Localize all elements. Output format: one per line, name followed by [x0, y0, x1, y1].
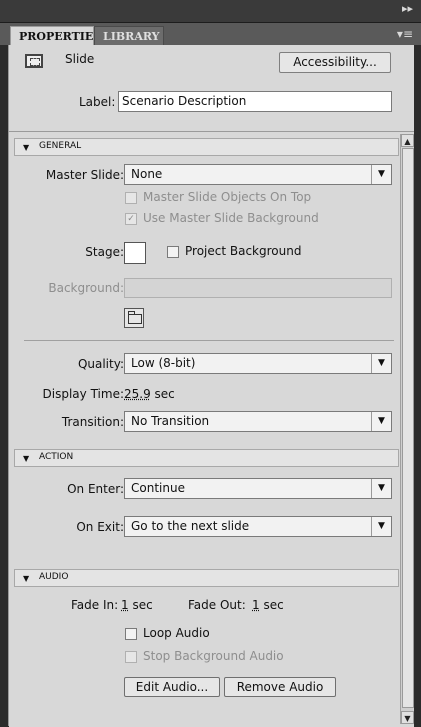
general-separator — [24, 340, 394, 341]
tab-library[interactable]: LIBRARY — [94, 26, 164, 45]
label-field-label: Label: — [79, 95, 116, 109]
quality-dropdown[interactable]: Low (8-bit) ▼ — [124, 353, 392, 374]
master-slide-label: Master Slide: — [45, 168, 124, 182]
on-exit-label: On Exit: — [76, 520, 124, 534]
master-slide-value: None — [131, 167, 163, 181]
transition-value: No Transition — [131, 414, 210, 428]
folder-icon — [128, 311, 142, 324]
stop-bg-audio-checkbox[interactable] — [125, 651, 137, 663]
panel-tab-bar: PROPERTIES LIBRARY ▾≡ — [0, 23, 421, 45]
section-audio-header[interactable]: ▼ AUDIO — [14, 569, 399, 587]
properties-header: Slide Accessibility... Label: Scenario D… — [9, 45, 414, 127]
properties-panel: Slide Accessibility... Label: Scenario D… — [8, 45, 414, 727]
browse-background-button[interactable] — [124, 308, 144, 328]
on-exit-dropdown[interactable]: Go to the next slide ▼ — [124, 516, 392, 537]
dropdown-arrow-icon[interactable]: ▼ — [371, 165, 391, 184]
quality-label: Quality: — [77, 357, 124, 371]
section-general-header[interactable]: ▼ GENERAL — [14, 138, 399, 156]
fade-in-value[interactable]: 1 — [121, 598, 129, 612]
project-background-label: Project Background — [185, 244, 302, 258]
slide-icon — [25, 54, 43, 68]
dropdown-arrow-icon[interactable]: ▼ — [371, 354, 391, 373]
on-enter-value: Continue — [131, 481, 185, 495]
master-slide-dropdown[interactable]: None ▼ — [124, 164, 392, 185]
on-exit-value: Go to the next slide — [131, 519, 250, 533]
use-master-bg-checkbox[interactable]: ✓ — [125, 213, 137, 225]
dropdown-arrow-icon[interactable]: ▼ — [371, 412, 391, 431]
dropdown-arrow-icon[interactable]: ▼ — [371, 517, 391, 536]
dropdown-arrow-icon[interactable]: ▼ — [371, 479, 391, 498]
transition-dropdown[interactable]: No Transition ▼ — [124, 411, 392, 432]
fade-out-field[interactable]: 1 sec — [252, 598, 284, 612]
scrollbar-thumb[interactable] — [402, 148, 414, 708]
section-action-title: ACTION — [39, 452, 74, 462]
loop-audio-label: Loop Audio — [143, 626, 210, 640]
background-label: Background: — [48, 281, 124, 295]
stage-color-swatch[interactable] — [124, 242, 146, 264]
background-image-field[interactable] — [124, 278, 392, 298]
remove-audio-button[interactable]: Remove Audio — [224, 677, 336, 697]
scroll-down-arrow-icon[interactable]: ▼ — [401, 711, 414, 724]
on-enter-label: On Enter: — [67, 482, 124, 496]
on-enter-dropdown[interactable]: Continue ▼ — [124, 478, 392, 499]
master-objects-on-top-checkbox[interactable] — [125, 192, 137, 204]
section-collapse-triangle-icon[interactable]: ▼ — [23, 454, 29, 463]
display-time-field[interactable]: 25.9 sec — [124, 387, 175, 401]
vertical-scrollbar[interactable]: ▲ ▼ — [400, 134, 414, 724]
panel-collapse-chevron-icon[interactable]: ▸▸ — [402, 2, 413, 15]
object-type-name: Slide — [65, 52, 95, 66]
panel-menu-icon[interactable]: ▾≡ — [397, 27, 413, 41]
fade-out-value[interactable]: 1 — [252, 598, 260, 612]
display-time-label: Display Time: — [42, 387, 124, 401]
quality-value: Low (8-bit) — [131, 356, 196, 370]
section-general-title: GENERAL — [39, 141, 82, 151]
panel-title-bar: ▸▸ — [0, 0, 421, 23]
project-background-checkbox[interactable] — [167, 246, 179, 258]
fade-out-label: Fade Out: — [188, 598, 246, 612]
display-time-unit: sec — [154, 387, 175, 401]
accessibility-button[interactable]: Accessibility... — [279, 52, 391, 73]
use-master-bg-label: Use Master Slide Background — [143, 211, 319, 225]
stop-bg-audio-label: Stop Background Audio — [143, 649, 284, 663]
fade-out-unit: sec — [263, 598, 284, 612]
section-action-header[interactable]: ▼ ACTION — [14, 449, 399, 467]
transition-label: Transition: — [61, 415, 124, 429]
section-audio-title: AUDIO — [39, 572, 69, 582]
edit-audio-button[interactable]: Edit Audio... — [124, 677, 220, 697]
fade-in-field[interactable]: 1 sec — [121, 598, 153, 612]
section-collapse-triangle-icon[interactable]: ▼ — [23, 143, 29, 152]
tab-properties[interactable]: PROPERTIES — [10, 26, 101, 45]
scroll-up-arrow-icon[interactable]: ▲ — [401, 134, 414, 147]
section-collapse-triangle-icon[interactable]: ▼ — [23, 574, 29, 583]
fade-in-unit: sec — [132, 598, 153, 612]
label-input[interactable]: Scenario Description — [118, 91, 392, 112]
fade-in-label: Fade In: — [71, 598, 119, 612]
loop-audio-checkbox[interactable] — [125, 628, 137, 640]
display-time-value[interactable]: 25.9 — [124, 387, 151, 401]
stage-label: Stage: — [85, 245, 124, 259]
master-objects-on-top-label: Master Slide Objects On Top — [143, 190, 312, 204]
properties-scroll-area: ▲ ▼ ▼ GENERAL Master Slide: None ▼ Maste… — [9, 131, 414, 727]
